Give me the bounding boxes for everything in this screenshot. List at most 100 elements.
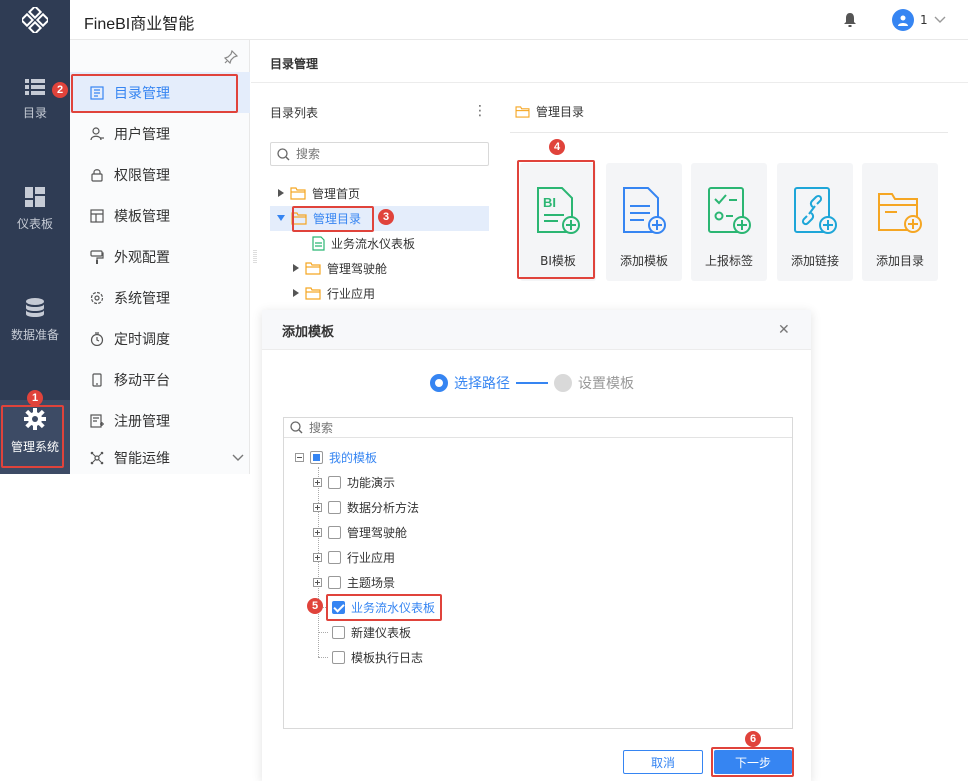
expand-icon[interactable] [313, 527, 322, 537]
subnav-item-register[interactable]: 注册管理 [70, 400, 250, 441]
subnav-item-permission-manage[interactable]: 权限管理 [70, 154, 250, 195]
checkbox[interactable] [328, 525, 341, 539]
step-indicator-active [430, 374, 448, 392]
path-search[interactable] [284, 418, 792, 438]
tree-node[interactable]: 管理首页 [278, 181, 360, 205]
mobile-icon [92, 372, 102, 387]
tree-node-label: 管理首页 [312, 186, 361, 201]
card-report-tag[interactable]: 上报标签 [691, 163, 767, 281]
path-item[interactable]: 功能演示 [313, 471, 395, 493]
nav-item-data-prep[interactable]: 数据准备 [0, 298, 70, 343]
path-item[interactable]: 主题场景 [313, 571, 395, 593]
subnav-item-schedule[interactable]: 定时调度 [70, 318, 250, 359]
user-icon [90, 126, 104, 140]
path-item[interactable]: 模板执行日志 [332, 646, 423, 668]
tree-node[interactable]: 管理驾驶舱 [293, 256, 387, 280]
content-panel-title-text: 管理目录 [536, 105, 585, 119]
subnav-item-appearance[interactable]: 外观配置 [70, 236, 250, 277]
path-item[interactable]: 新建仪表板 [332, 621, 411, 643]
nav-item-dashboard[interactable]: 仪表板 [0, 187, 70, 232]
step-label-inactive: 设置模板 [578, 376, 634, 392]
subnav-item-user-manage[interactable]: 用户管理 [70, 113, 250, 154]
dashboard-file-icon [312, 235, 325, 251]
more-icon[interactable]: ⋮ [473, 103, 487, 119]
expand-icon[interactable] [313, 577, 322, 587]
checkbox[interactable] [332, 650, 345, 664]
next-step-button[interactable]: 下一步 [714, 750, 792, 774]
path-item[interactable]: 数据分析方法 [313, 496, 419, 518]
user-menu[interactable]: 1 [892, 9, 946, 31]
folder-icon [305, 261, 321, 275]
path-item-selected[interactable]: 业务流水仪表板 [332, 596, 435, 618]
card-add-link[interactable]: 添加链接 [777, 163, 853, 281]
path-item[interactable]: 管理驾驶舱 [313, 521, 407, 543]
subnav-item-label: 模板管理 [114, 208, 170, 225]
tree-node-selected[interactable]: 管理目录 [277, 206, 361, 230]
folder-icon [291, 211, 307, 225]
checkbox[interactable] [332, 625, 345, 639]
search-icon [277, 147, 290, 160]
step-connector [516, 382, 548, 384]
expand-icon[interactable] [278, 189, 284, 197]
expand-icon[interactable] [313, 502, 322, 512]
card-add-folder[interactable]: 添加目录 [862, 163, 938, 281]
subnav-item-label: 系统管理 [114, 290, 170, 307]
subnav-item-ops[interactable]: 智能运维 [70, 441, 250, 474]
dialog-header [262, 310, 811, 350]
bi-template-icon: BI [537, 187, 580, 234]
settings-icon [90, 291, 104, 304]
subnav-item-catalog-manage[interactable]: 目录管理 [70, 72, 250, 113]
tree-node[interactable]: 行业应用 [293, 281, 375, 305]
report-tag-icon [708, 187, 751, 234]
splitter-handle[interactable] [253, 250, 257, 264]
expand-icon[interactable] [313, 552, 322, 562]
subnav-item-mobile[interactable]: 移动平台 [70, 359, 250, 400]
expand-icon[interactable] [293, 264, 299, 272]
content-panel-title: 管理目录 [515, 103, 584, 120]
checkbox[interactable] [328, 500, 341, 514]
pin-icon[interactable] [224, 50, 238, 64]
expand-icon[interactable] [313, 477, 322, 487]
checkbox[interactable] [328, 475, 341, 489]
nav-item-label: 目录 [22, 106, 47, 120]
card-label: 添加模板 [619, 254, 668, 268]
path-search-input[interactable] [309, 420, 509, 435]
tree-search-input[interactable] [296, 147, 466, 161]
path-item-label: 我的模板 [329, 450, 378, 465]
expand-icon[interactable] [293, 289, 299, 297]
subnav-item-template-manage[interactable]: 模板管理 [70, 195, 250, 236]
step-badge: 5 [307, 598, 323, 614]
gear-icon [24, 408, 46, 430]
folder-icon [290, 186, 306, 200]
card-bi-template[interactable]: BI BI模板 [520, 163, 596, 281]
path-tree-root[interactable]: 我的模板 [295, 446, 377, 468]
path-item[interactable]: 行业应用 [313, 546, 395, 568]
folder-icon [305, 286, 321, 300]
checkbox[interactable] [328, 575, 341, 589]
collapse-icon[interactable] [277, 215, 285, 221]
checkbox[interactable] [310, 450, 323, 464]
subnav-item-label: 移动平台 [114, 372, 170, 389]
wizard-steps: 选择路径 设置模板 [430, 373, 634, 393]
divider [510, 132, 948, 133]
subnav-item-label: 目录管理 [114, 85, 170, 102]
close-icon[interactable]: ✕ [778, 322, 790, 338]
tree-search[interactable] [270, 142, 489, 166]
step-indicator-inactive [554, 374, 572, 392]
card-add-template[interactable]: 添加模板 [606, 163, 682, 281]
checkbox-checked[interactable] [332, 600, 345, 614]
tree-node-label: 行业应用 [327, 286, 376, 301]
subnav-item-label: 定时调度 [114, 331, 170, 348]
add-folder-icon [878, 193, 922, 233]
subnav-item-system-manage[interactable]: 系统管理 [70, 277, 250, 318]
nav-item-manage-system[interactable]: 管理系统 [0, 400, 70, 474]
cancel-button[interactable]: 取消 [623, 750, 703, 774]
nav-item-label: 管理系统 [10, 440, 59, 454]
checkbox[interactable] [328, 550, 341, 564]
path-item-label: 主题场景 [347, 575, 396, 590]
bell-icon[interactable] [843, 12, 859, 28]
collapse-icon[interactable] [295, 452, 304, 462]
app-logo[interactable] [0, 0, 70, 40]
tree-node[interactable]: 业务流水仪表板 [312, 231, 415, 255]
timer-icon [90, 331, 104, 346]
